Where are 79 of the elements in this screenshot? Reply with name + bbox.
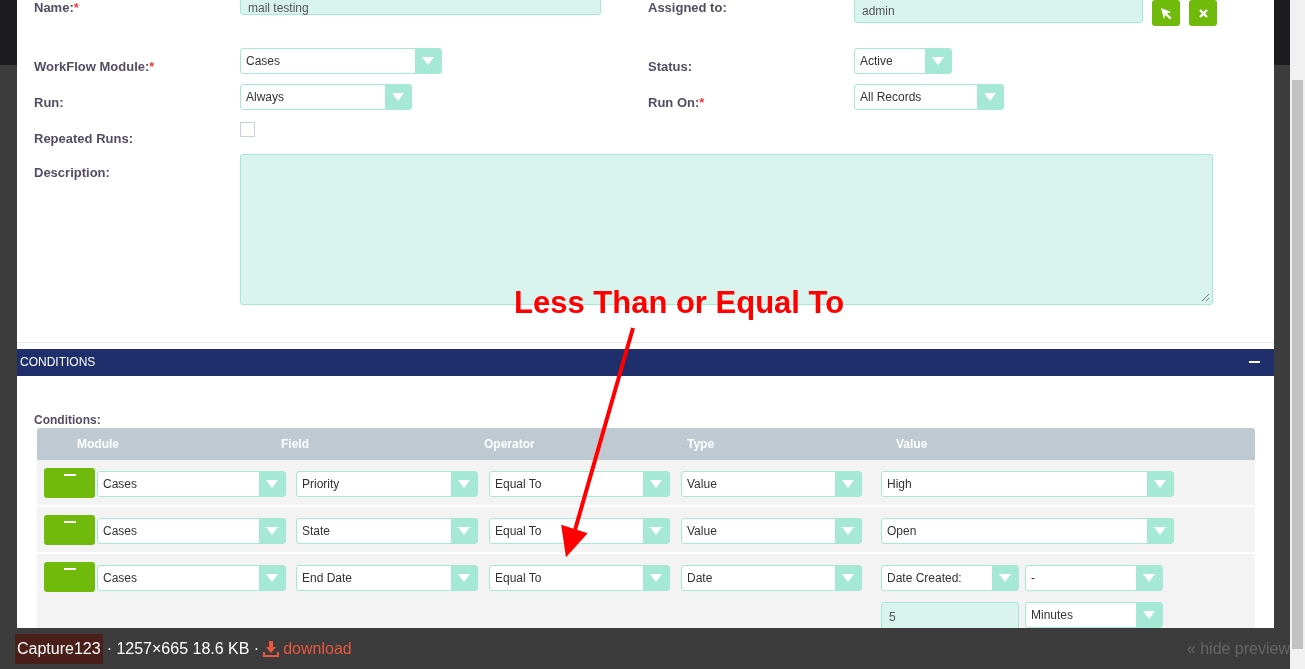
dropdown[interactable]: End Date [296,564,478,591]
section-header[interactable]: CONDITIONS [17,349,1274,376]
dropdown[interactable]: All Records [854,84,1004,110]
scrollbar[interactable] [1290,0,1305,669]
column-header: Field [281,436,310,451]
text-field[interactable]: 5 [881,601,1019,628]
caret-down-icon [999,573,1011,582]
field-label: Assigned to: [648,0,728,15]
caret-down-icon [842,573,854,582]
field-label: Repeated Runs: [34,130,134,146]
checkbox[interactable] [240,122,255,137]
minus-icon [63,520,76,523]
clear-button[interactable] [1189,0,1217,26]
dropdown[interactable]: Date Created: [881,564,1019,591]
caret-down-icon [650,479,662,488]
dropdown[interactable]: Open [881,517,1174,544]
dropdown[interactable]: Cases [97,470,286,497]
caret-down-icon [266,526,278,535]
dropdown[interactable]: Cases [97,564,286,591]
field-label: WorkFlow Module:* [34,58,156,74]
field-label: Run: [34,94,65,110]
section-title: CONDITIONS [20,355,96,370]
caret-down-icon [392,93,404,101]
field-label: Description: [34,164,111,180]
text-field[interactable]: admin [854,0,1143,23]
dropdown[interactable]: Cases [240,48,442,74]
dropdown[interactable]: State [296,517,478,544]
file-info: · 1257×665 18.6 KB · [106,639,260,658]
dropdown[interactable]: High [881,470,1174,497]
dropdown[interactable]: Active [854,48,952,74]
field-label: Conditions: [34,412,102,427]
dropdown[interactable]: Priority [296,470,478,497]
column-header: Operator [484,436,536,451]
dropdown[interactable]: Cases [97,517,286,544]
remove-button[interactable] [44,467,95,498]
column-header: Type [687,436,716,451]
text-field[interactable]: mail testing [240,0,601,15]
field-label: Name:* [34,0,80,15]
caret-down-icon [1143,610,1155,619]
column-header: Module [77,436,120,451]
resize-grip-icon [1201,293,1210,302]
caret-down-icon [266,573,278,582]
field-label: Run On:* [648,94,706,110]
column-header: Value [896,436,929,451]
remove-button[interactable] [44,561,95,592]
select-button[interactable] [1152,0,1180,26]
dropdown[interactable]: Equal To [489,470,670,497]
dropdown[interactable]: Value [681,517,862,544]
dropdown[interactable]: Value [681,470,862,497]
dropdown[interactable]: Always [240,84,412,110]
remove-button[interactable] [44,514,95,545]
field-label: Status: [648,58,694,74]
dropdown[interactable]: Minutes [1025,601,1163,628]
file-name: Capture123 [15,633,103,664]
caret-down-icon [984,93,996,101]
minus-icon [63,567,76,570]
caret-down-icon [458,573,470,582]
caret-down-icon [1154,526,1166,535]
caret-down-icon [422,57,434,65]
caret-down-icon [1143,573,1155,582]
caret-down-icon [458,526,470,535]
dropdown[interactable]: Equal To [489,517,670,544]
caret-down-icon [932,57,944,65]
caret-down-icon [266,479,278,488]
caret-down-icon [650,526,662,535]
annotation-text: Less Than or Equal To [514,284,845,322]
caret-down-icon [842,479,854,488]
minus-icon [63,473,76,476]
dropdown[interactable]: Date [681,564,862,591]
caret-down-icon [842,526,854,535]
caret-down-icon [1154,479,1166,488]
caret-down-icon [458,479,470,488]
dropdown[interactable]: Equal To [489,564,670,591]
dropdown[interactable]: - [1025,564,1163,591]
cursor-icon [1159,6,1173,20]
download-icon [263,640,280,657]
caret-down-icon [650,573,662,582]
close-icon [1198,8,1208,18]
collapse-icon[interactable] [1249,361,1260,364]
